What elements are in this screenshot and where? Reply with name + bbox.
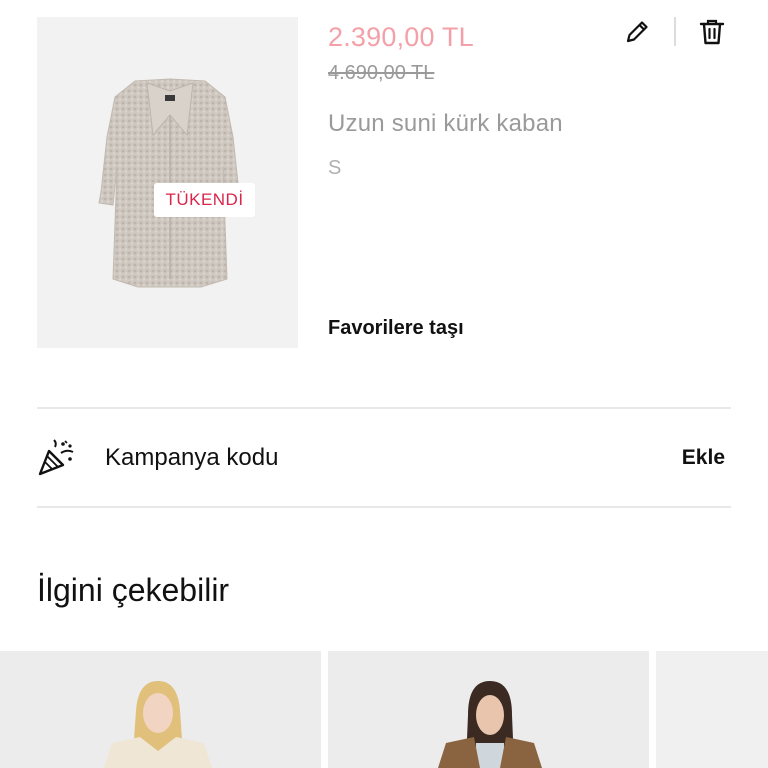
price-old: 4.690,00 TL [328,62,435,84]
party-popper-icon [38,439,74,476]
promo-add-button[interactable]: Ekle [682,446,725,470]
promo-code-label: Kampanya kodu [105,444,279,471]
product-photo [328,651,649,768]
pencil-icon [626,21,648,43]
edit-button[interactable] [619,14,655,50]
move-to-favorites-button[interactable]: Favorilere taşı [328,317,464,340]
price-current: 2.390,00 TL [328,22,474,52]
icon-divider [674,17,676,46]
recommendations-title: İlgini çekebilir [37,572,230,608]
sold-out-badge: TÜKENDİ [154,183,255,217]
delete-button[interactable] [694,14,730,50]
trash-icon [699,19,725,45]
product-name[interactable]: Uzun suni kürk kaban [328,110,563,138]
recommendation-card[interactable] [656,651,768,768]
promo-code-row[interactable]: Kampanya kodu Ekle [37,409,731,506]
divider-bottom [37,506,731,508]
recommendation-card[interactable] [328,651,649,768]
recommendation-card[interactable] [0,651,321,768]
product-photo [0,651,321,768]
product-size: S [328,157,342,179]
product-image[interactable]: TÜKENDİ [37,17,298,348]
